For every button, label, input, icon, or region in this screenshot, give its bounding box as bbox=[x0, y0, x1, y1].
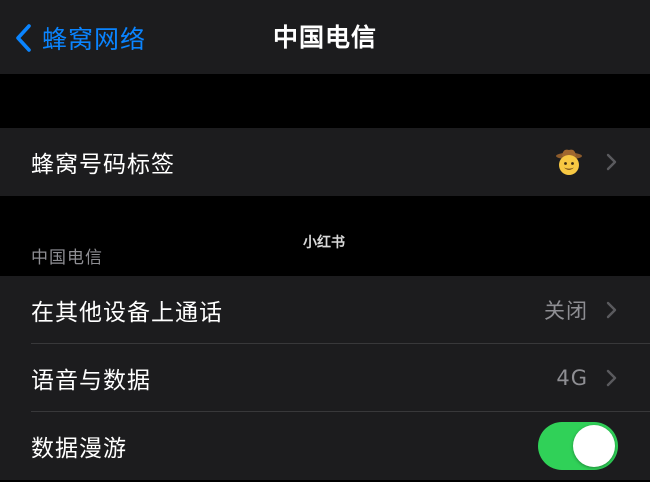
cell-label: 数据漫游 bbox=[31, 436, 127, 462]
cell-value: 关闭 bbox=[544, 299, 588, 323]
toggle-knob bbox=[573, 425, 615, 467]
number-label-group: 蜂窝号码标签 bbox=[0, 128, 650, 196]
page-title: 中国电信 bbox=[272, 23, 377, 52]
cell-label: 在其他设备上通话 bbox=[31, 300, 223, 326]
cowboy-emoji-icon bbox=[554, 147, 584, 177]
cell-voice-and-data[interactable]: 语音与数据 4G bbox=[0, 344, 650, 412]
cell-data-roaming: 数据漫游 bbox=[0, 412, 650, 480]
data-roaming-toggle[interactable] bbox=[538, 422, 618, 470]
xiaohongshu-watermark: 小红书 bbox=[303, 235, 345, 251]
cell-label: 语音与数据 bbox=[31, 368, 151, 394]
chevron-right-icon bbox=[606, 301, 617, 319]
chevron-right-icon bbox=[606, 369, 617, 387]
cell-calls-on-other-devices[interactable]: 在其他设备上通话 关闭 bbox=[0, 276, 650, 344]
carrier-settings-group: 在其他设备上通话 关闭 语音与数据 4G 数据漫游 bbox=[0, 276, 650, 480]
section-header: 中国电信 bbox=[31, 248, 103, 268]
cell-cellular-number-label[interactable]: 蜂窝号码标签 bbox=[0, 128, 650, 196]
navigation-bar: 蜂窝网络 中国电信 bbox=[0, 0, 650, 74]
carrier-settings-screen: 蜂窝网络 中国电信 蜂窝号码标签 中国电信 小红书 在其他设备上通话 关闭 语音… bbox=[0, 0, 650, 482]
chevron-right-icon bbox=[606, 153, 617, 171]
cell-value: 4G bbox=[556, 366, 588, 390]
cell-label: 蜂窝号码标签 bbox=[31, 152, 175, 178]
